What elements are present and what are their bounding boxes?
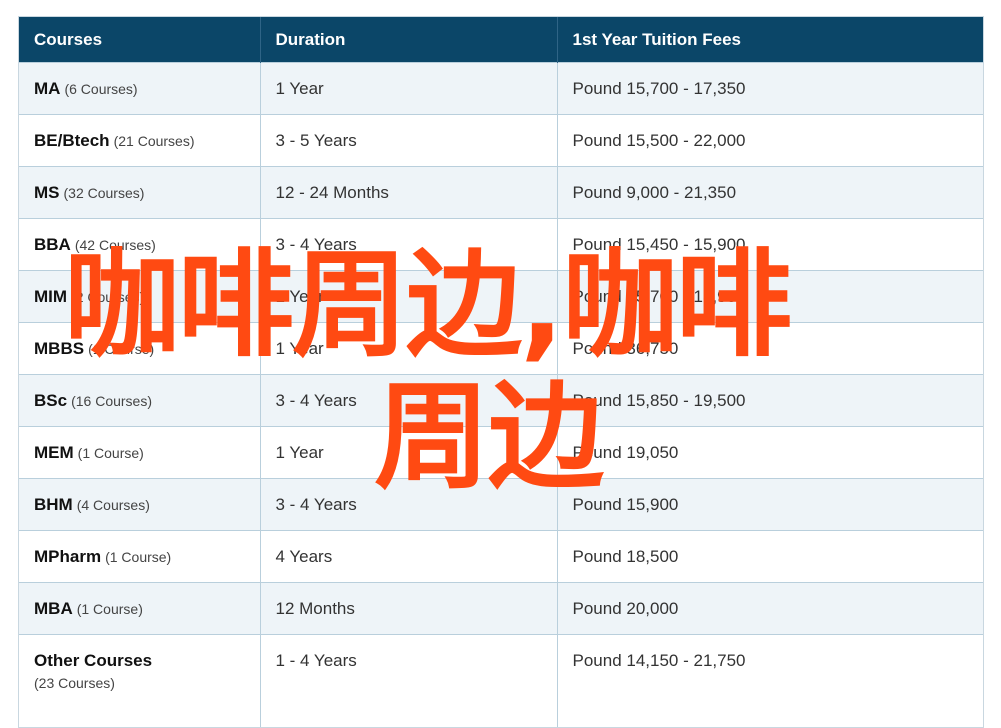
fees-cell: Pound 15,500 - 22,000 xyxy=(557,114,983,167)
course-cell: MEM (1 Course) xyxy=(19,426,261,479)
course-count: (1 Course) xyxy=(76,600,143,617)
course-name-link[interactable]: MS xyxy=(34,183,60,202)
course-count: (1 Course) xyxy=(77,444,144,461)
course-name-link[interactable]: BSc xyxy=(34,391,67,410)
fees-cell: Pound 18,500 xyxy=(557,530,983,583)
course-cell: MPharm (1 Course) xyxy=(19,530,261,583)
table-row: MA (6 Courses) 1 Year Pound 15,700 - 17,3… xyxy=(19,62,983,115)
table-row: MIM (2 Courses) 1 Year Pound 15,700 - 18,… xyxy=(19,270,983,323)
table-row: MEM (1 Course) 1 Year Pound 19,050 xyxy=(19,426,983,479)
course-count: (6 Courses) xyxy=(64,80,138,97)
course-name-link[interactable]: BE/Btech xyxy=(34,131,110,150)
duration-cell: 3 - 5 Years xyxy=(260,114,558,167)
fees-cell: Pound 15,900 xyxy=(557,478,983,531)
table-row: BE/Btech (21 Courses) 3 - 5 Years Pound 1… xyxy=(19,114,983,167)
duration-cell: 12 Months xyxy=(260,582,558,635)
course-name-link[interactable]: BHM xyxy=(34,495,73,514)
header-courses: Courses xyxy=(19,17,261,63)
course-cell: BBA (42 Courses) xyxy=(19,218,261,271)
course-count: (4 Courses) xyxy=(76,496,150,513)
duration-cell: 1 Year xyxy=(260,270,558,323)
fees-cell: Pound 20,000 xyxy=(557,582,983,635)
table-row: BSc (16 Courses) 3 - 4 Years Pound 15,850… xyxy=(19,374,983,427)
header-duration: Duration xyxy=(260,17,558,63)
course-cell: BSc (16 Courses) xyxy=(19,374,261,427)
course-cell: BE/Btech (21 Courses) xyxy=(19,114,261,167)
table-row: MS (32 Courses) 12 - 24 Months Pound 9,00… xyxy=(19,166,983,219)
course-count: (42 Courses) xyxy=(74,236,156,253)
duration-cell: 1 Year xyxy=(260,322,558,375)
fees-cell: Pound 15,450 - 15,900 xyxy=(557,218,983,271)
course-cell: MIM (2 Courses) xyxy=(19,270,261,323)
table-row: BBA (42 Courses) 3 - 4 Years Pound 15,450… xyxy=(19,218,983,271)
table-row: MBA (1 Course) 12 Months Pound 20,000 xyxy=(19,582,983,635)
duration-cell: 1 Year xyxy=(260,426,558,479)
duration-cell: 1 - 4 Years xyxy=(260,634,558,727)
course-cell: Other Courses (23 Courses) xyxy=(19,634,261,727)
course-name-link[interactable]: MBBS xyxy=(34,339,84,358)
table-row: BHM (4 Courses) 3 - 4 Years Pound 15,900 xyxy=(19,478,983,531)
course-count: (23 Courses) xyxy=(34,675,115,691)
duration-cell: 1 Year xyxy=(260,62,558,115)
course-count: (32 Courses) xyxy=(63,184,145,201)
course-name-link[interactable]: BBA xyxy=(34,235,71,254)
course-count: (16 Courses) xyxy=(71,392,152,409)
course-cell: MBA (1 Course) xyxy=(19,582,261,635)
course-cell: MBBS (1 Course) xyxy=(19,322,261,375)
fees-cell: Pound 19,050 xyxy=(557,426,983,479)
fees-cell: Pound 9,000 - 21,350 xyxy=(557,166,983,219)
course-count: (21 Courses) xyxy=(113,132,195,149)
fees-cell: Pound 15,700 - 17,350 xyxy=(557,62,983,115)
course-name-link[interactable]: Other Courses xyxy=(34,651,152,670)
course-cell: MA (6 Courses) xyxy=(19,62,261,115)
course-count: (1 Course) xyxy=(88,340,155,357)
courses-table-container: Courses Duration 1st Year Tuition Fees M… xyxy=(18,16,984,728)
duration-cell: 3 - 4 Years xyxy=(260,374,558,427)
table-header-row: Courses Duration 1st Year Tuition Fees xyxy=(19,17,983,63)
fees-cell: Pound 36,750 xyxy=(557,322,983,375)
course-count: (2 Courses) xyxy=(71,288,145,305)
courses-table: Courses Duration 1st Year Tuition Fees M… xyxy=(19,17,983,727)
fees-cell: Pound 14,150 - 21,750 xyxy=(557,634,983,727)
duration-cell: 3 - 4 Years xyxy=(260,478,558,531)
course-name-link[interactable]: MIM xyxy=(34,287,67,306)
course-name-link[interactable]: MA xyxy=(34,79,60,98)
course-name-link[interactable]: MBA xyxy=(34,599,73,618)
duration-cell: 12 - 24 Months xyxy=(260,166,558,219)
fees-cell: Pound 15,700 - 18,900 xyxy=(557,270,983,323)
duration-cell: 4 Years xyxy=(260,530,558,583)
course-cell: MS (32 Courses) xyxy=(19,166,261,219)
fees-cell: Pound 15,850 - 19,500 xyxy=(557,374,983,427)
course-cell: BHM (4 Courses) xyxy=(19,478,261,531)
duration-cell: 3 - 4 Years xyxy=(260,218,558,271)
table-row: MPharm (1 Course) 4 Years Pound 18,500 xyxy=(19,530,983,583)
table-row: Other Courses (23 Courses) 1 - 4 Years Po… xyxy=(19,634,983,727)
table-row: MBBS (1 Course) 1 Year Pound 36,750 xyxy=(19,322,983,375)
course-name-link[interactable]: MEM xyxy=(34,443,74,462)
header-tuition-fees: 1st Year Tuition Fees xyxy=(557,17,983,63)
course-name-link[interactable]: MPharm xyxy=(34,547,101,566)
course-count: (1 Course) xyxy=(105,548,172,565)
